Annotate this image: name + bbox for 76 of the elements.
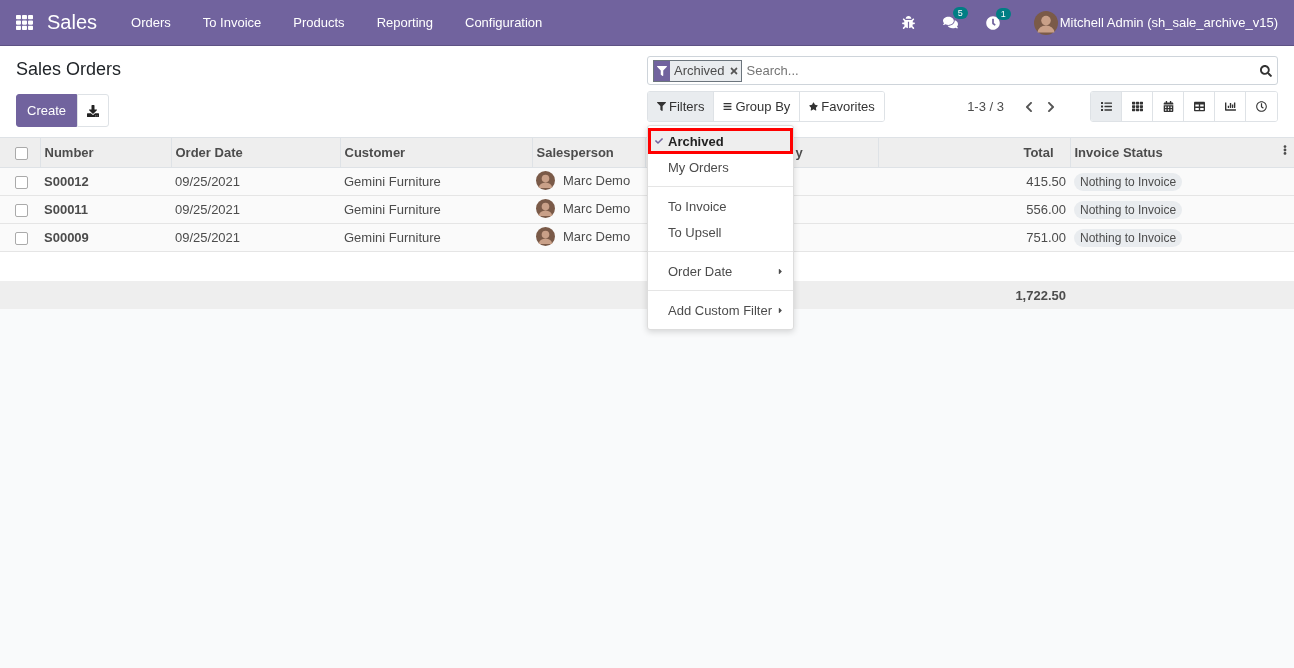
salesperson-name: Marc Demo bbox=[563, 200, 631, 216]
table-cell: Gemini Furniture bbox=[340, 223, 532, 252]
nav-menu-item[interactable]: Reporting bbox=[360, 15, 449, 30]
avatar-icon bbox=[536, 198, 555, 218]
filter-icon bbox=[657, 102, 666, 111]
activity-count-badge: 1 bbox=[995, 7, 1011, 20]
filter-icon bbox=[654, 60, 670, 81]
page-title: Sales Orders bbox=[16, 59, 123, 80]
clock-icon[interactable] bbox=[985, 15, 1000, 30]
row-checkbox[interactable] bbox=[15, 176, 28, 190]
column-header[interactable]: Order Date bbox=[171, 138, 340, 168]
chat-icon[interactable] bbox=[942, 15, 958, 30]
table-cell: S00011 bbox=[40, 195, 171, 224]
list-view-button[interactable] bbox=[1091, 92, 1122, 121]
search-field[interactable]: Archived Search... bbox=[647, 56, 1278, 85]
avatar-icon bbox=[536, 226, 555, 246]
search-icon[interactable] bbox=[1260, 64, 1272, 77]
calendar-icon bbox=[1162, 101, 1174, 112]
column-header[interactable]: Customer bbox=[340, 138, 532, 168]
filter-option[interactable]: Add Custom Filter bbox=[648, 297, 793, 323]
table-cell: 556.00 bbox=[878, 195, 1070, 224]
filter-option[interactable]: My Orders bbox=[648, 154, 793, 180]
status-tag: Nothing to Invoice bbox=[1074, 173, 1183, 191]
column-header[interactable]: Total bbox=[878, 138, 1070, 168]
app-name: Sales bbox=[47, 11, 98, 34]
clock-icon bbox=[1256, 101, 1267, 112]
row-checkbox[interactable] bbox=[15, 204, 28, 218]
apps-menu-icon[interactable] bbox=[16, 14, 33, 31]
message-count-badge: 5 bbox=[952, 7, 968, 19]
chevron-left-icon bbox=[1023, 100, 1035, 113]
table-cell: 09/25/2021 bbox=[171, 195, 340, 224]
table-cell: Gemini Furniture bbox=[340, 167, 532, 196]
table-cell: 09/25/2021 bbox=[171, 167, 340, 196]
nav-menu-item[interactable]: Orders bbox=[115, 15, 187, 30]
table-cell: Gemini Furniture bbox=[340, 195, 532, 224]
filter-option[interactable]: Order Date bbox=[648, 258, 793, 284]
download-icon bbox=[87, 104, 100, 117]
sum-total: 1,722.50 bbox=[878, 281, 1070, 309]
nav-menu-item[interactable]: To Invoice bbox=[186, 15, 278, 30]
remove-icon[interactable] bbox=[728, 65, 739, 76]
bar-chart-icon bbox=[1224, 101, 1236, 112]
salesperson-name: Marc Demo bbox=[563, 228, 631, 244]
bug-icon[interactable] bbox=[901, 16, 915, 29]
table-cell: 415.50 bbox=[878, 167, 1070, 196]
table-cell: S00009 bbox=[40, 223, 171, 252]
column-header[interactable]: Invoice Status bbox=[1074, 145, 1163, 160]
status-tag: Nothing to Invoice bbox=[1074, 229, 1183, 247]
filter-option[interactable]: Archived bbox=[648, 128, 793, 154]
table-cell: 09/25/2021 bbox=[171, 223, 340, 252]
filter-option[interactable]: To Upsell bbox=[648, 219, 793, 245]
create-button[interactable]: Create bbox=[16, 94, 78, 127]
lines-icon bbox=[723, 102, 733, 111]
column-header[interactable]: Number bbox=[40, 138, 171, 168]
table-icon bbox=[1193, 101, 1205, 112]
salesperson-name: Marc Demo bbox=[563, 172, 631, 188]
column-header[interactable]: Salesperson bbox=[532, 138, 645, 168]
avatar-icon bbox=[536, 170, 555, 190]
star-icon bbox=[809, 102, 819, 111]
table-cell: S00012 bbox=[40, 167, 171, 196]
nav-menu-item[interactable]: Products bbox=[277, 15, 361, 30]
select-all-checkbox[interactable] bbox=[15, 147, 28, 161]
user-avatar[interactable] bbox=[1033, 10, 1058, 35]
user-name[interactable]: Mitchell Admin (sh_sale_archive_v15) bbox=[1059, 15, 1278, 30]
grid-icon bbox=[1131, 101, 1143, 112]
search-option-button[interactable]: Filters bbox=[648, 92, 715, 121]
facet-label: Archived bbox=[673, 63, 726, 78]
check-icon bbox=[655, 137, 663, 145]
filter-option[interactable]: To Invoice bbox=[648, 193, 793, 219]
nav-menu-item[interactable]: Configuration bbox=[449, 15, 559, 30]
list-icon bbox=[1100, 101, 1112, 112]
download-button[interactable] bbox=[77, 94, 110, 127]
pager-counter[interactable]: 1-3 / 3 bbox=[967, 99, 1004, 114]
status-tag: Nothing to Invoice bbox=[1074, 201, 1183, 219]
chevron-right-icon bbox=[1045, 100, 1057, 113]
row-checkbox[interactable] bbox=[15, 232, 28, 246]
table-cell: 751.00 bbox=[878, 223, 1070, 252]
